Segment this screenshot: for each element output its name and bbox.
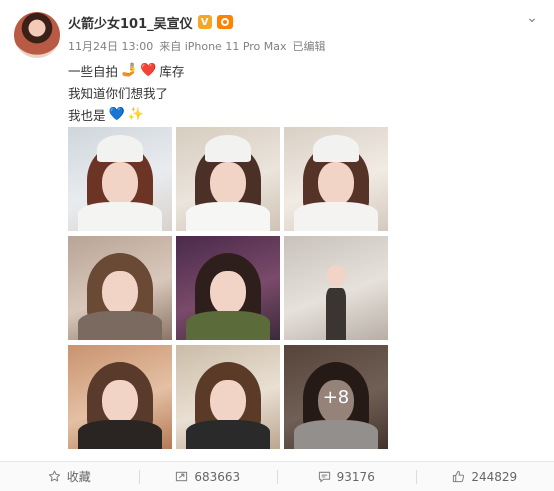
photo-figure — [78, 202, 161, 231]
post-text-line-3: 我也是 💙 ✨ — [68, 105, 144, 124]
photo-7[interactable] — [68, 345, 172, 449]
comment-count: 93176 — [337, 470, 375, 484]
post-meta: 11月24日 13:00 来自 iPhone 11 Pro Max 已编辑 — [68, 38, 326, 54]
photo-figure — [97, 135, 143, 162]
action-bar: 收藏 683663 93176 244829 — [0, 461, 554, 491]
blue-heart-emoji-icon: 💙 — [109, 108, 125, 122]
comment-button[interactable]: 93176 — [277, 462, 416, 491]
photo-figure — [78, 311, 161, 340]
sparkles-emoji-icon: ✨ — [128, 108, 144, 122]
photo-grid: +8 — [68, 127, 389, 449]
post-text: 我知道你们想我了 — [68, 83, 168, 102]
selfie-emoji-icon: 🤳 — [121, 64, 137, 78]
thumbs-up-icon — [452, 470, 465, 483]
photo-5[interactable] — [176, 236, 280, 340]
avatar[interactable] — [14, 12, 60, 58]
like-count: 244829 — [471, 470, 517, 484]
photo-6[interactable] — [284, 236, 388, 340]
post-source: 来自 iPhone 11 Pro Max — [159, 38, 286, 54]
heart-emoji-icon: ❤️ — [140, 64, 156, 78]
comment-icon — [318, 470, 331, 483]
post-text-line-1: 一些自拍 🤳 ❤️ 库存 — [68, 61, 184, 80]
photo-figure — [205, 135, 251, 162]
photo-9[interactable]: +8 — [284, 345, 388, 449]
star-icon — [48, 470, 61, 483]
favorite-label: 收藏 — [67, 468, 91, 485]
photo-4[interactable] — [68, 236, 172, 340]
post-edited[interactable]: 已编辑 — [293, 38, 326, 54]
photo-figure — [186, 420, 269, 449]
photo-figure — [78, 420, 161, 449]
more-photos-overlay[interactable]: +8 — [284, 345, 388, 449]
post-text-line-2: 我知道你们想我了 — [68, 83, 168, 102]
author-name[interactable]: 火箭少女101_吴宣仪 — [68, 13, 193, 32]
repost-count: 683663 — [194, 470, 240, 484]
photo-8[interactable] — [176, 345, 280, 449]
favorite-button[interactable]: 收藏 — [0, 462, 139, 491]
post-text: 一些自拍 — [68, 61, 118, 80]
verified-badge-icon[interactable]: V — [198, 15, 212, 29]
post-date[interactable]: 11月24日 13:00 — [68, 38, 153, 54]
photo-figure — [186, 202, 269, 231]
repost-button[interactable]: 683663 — [139, 462, 278, 491]
photo-1[interactable] — [68, 127, 172, 231]
photo-figure — [294, 202, 377, 231]
repost-icon — [175, 470, 188, 483]
member-badge-icon[interactable] — [217, 15, 233, 29]
photo-figure — [186, 311, 269, 340]
photo-2[interactable] — [176, 127, 280, 231]
photo-figure — [313, 135, 359, 162]
photo-figure — [326, 288, 347, 340]
like-button[interactable]: 244829 — [416, 462, 554, 491]
photo-figure — [327, 265, 345, 287]
author-row: 火箭少女101_吴宣仪 V — [68, 12, 233, 32]
photo-3[interactable] — [284, 127, 388, 231]
post-text-suffix: 库存 — [159, 61, 184, 80]
post-text: 我也是 — [68, 105, 106, 124]
chevron-down-icon[interactable]: ⌄ — [524, 10, 540, 26]
